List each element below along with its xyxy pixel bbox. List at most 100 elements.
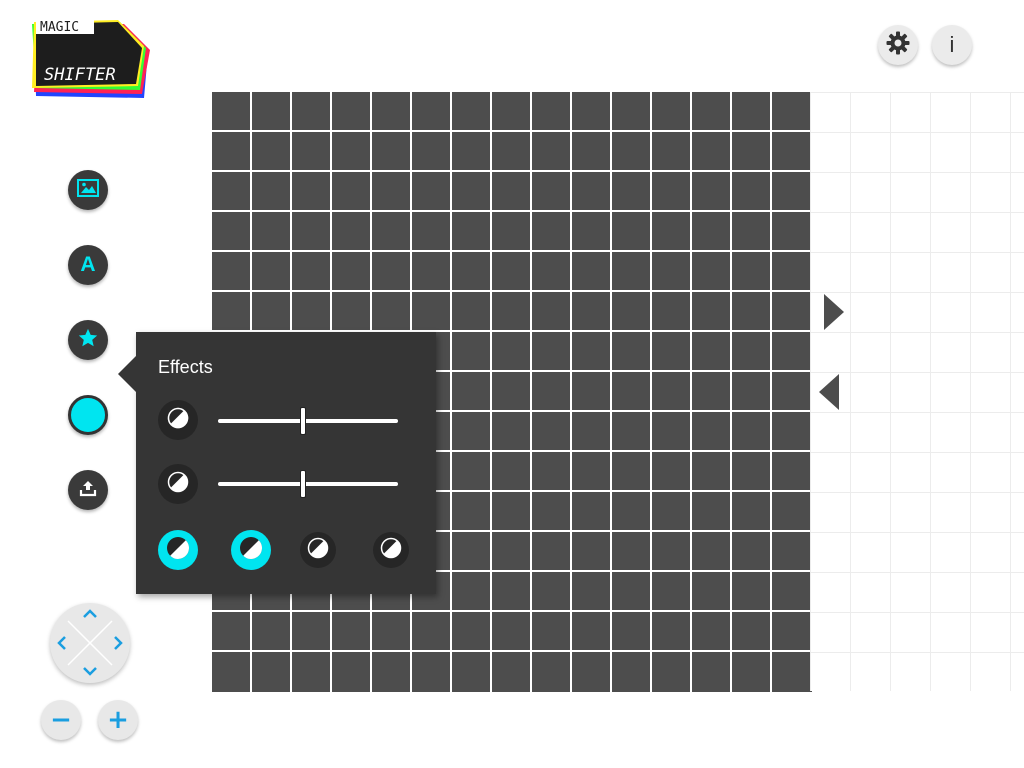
pixel-cell[interactable] (492, 172, 532, 212)
pixel-cell[interactable] (732, 532, 772, 572)
pixel-cell[interactable] (732, 612, 772, 652)
slider-thumb[interactable] (299, 407, 306, 435)
slider-1-contrast-button[interactable] (158, 400, 198, 440)
pixel-cell[interactable] (732, 212, 772, 252)
pixel-cell[interactable] (652, 412, 692, 452)
pixel-cell[interactable] (532, 372, 572, 412)
pixel-cell[interactable] (252, 292, 292, 332)
pixel-cell[interactable] (452, 532, 492, 572)
pixel-cell[interactable] (212, 252, 252, 292)
pixel-cell[interactable] (372, 252, 412, 292)
pixel-cell[interactable] (412, 132, 452, 172)
pixel-cell[interactable] (212, 292, 252, 332)
pixel-cell[interactable] (452, 172, 492, 212)
pixel-cell[interactable] (412, 652, 452, 692)
pixel-cell[interactable] (412, 172, 452, 212)
pixel-cell[interactable] (732, 252, 772, 292)
pixel-cell[interactable] (452, 492, 492, 532)
pixel-cell[interactable] (572, 572, 612, 612)
pixel-cell[interactable] (572, 452, 612, 492)
pixel-cell[interactable] (412, 252, 452, 292)
pixel-cell[interactable] (772, 92, 812, 132)
pixel-cell[interactable] (612, 492, 652, 532)
pixel-cell[interactable] (372, 292, 412, 332)
pixel-cell[interactable] (572, 492, 612, 532)
pixel-cell[interactable] (452, 612, 492, 652)
preset-3-button[interactable] (300, 532, 336, 568)
pixel-cell[interactable] (612, 212, 652, 252)
pixel-cell[interactable] (452, 452, 492, 492)
pixel-cell[interactable] (732, 332, 772, 372)
pixel-cell[interactable] (612, 612, 652, 652)
pixel-cell[interactable] (692, 332, 732, 372)
pixel-cell[interactable] (492, 92, 532, 132)
pixel-cell[interactable] (692, 612, 732, 652)
pixel-cell[interactable] (772, 572, 812, 612)
pixel-cell[interactable] (252, 212, 292, 252)
pixel-cell[interactable] (492, 612, 532, 652)
pixel-cell[interactable] (572, 292, 612, 332)
pixel-cell[interactable] (692, 652, 732, 692)
pixel-cell[interactable] (452, 252, 492, 292)
pixel-cell[interactable] (612, 92, 652, 132)
pixel-cell[interactable] (572, 92, 612, 132)
pixel-cell[interactable] (372, 92, 412, 132)
pixel-cell[interactable] (572, 172, 612, 212)
pixel-cell[interactable] (292, 652, 332, 692)
next-frame-button[interactable] (822, 292, 846, 332)
pixel-cell[interactable] (412, 612, 452, 652)
pixel-cell[interactable] (772, 292, 812, 332)
pixel-cell[interactable] (332, 292, 372, 332)
pixel-cell[interactable] (492, 332, 532, 372)
pixel-cell[interactable] (652, 652, 692, 692)
pixel-cell[interactable] (492, 212, 532, 252)
pixel-cell[interactable] (772, 132, 812, 172)
pixel-cell[interactable] (252, 132, 292, 172)
pixel-cell[interactable] (532, 292, 572, 332)
preset-1-button[interactable] (158, 530, 198, 570)
pixel-cell[interactable] (332, 252, 372, 292)
pixel-cell[interactable] (772, 652, 812, 692)
move-up-button[interactable] (81, 605, 99, 623)
pixel-cell[interactable] (252, 612, 292, 652)
pixel-cell[interactable] (772, 372, 812, 412)
pixel-cell[interactable] (772, 532, 812, 572)
pixel-cell[interactable] (612, 132, 652, 172)
pixel-cell[interactable] (492, 372, 532, 412)
pixel-cell[interactable] (652, 372, 692, 412)
preset-4-button[interactable] (373, 532, 409, 568)
pixel-cell[interactable] (372, 612, 412, 652)
pixel-cell[interactable] (692, 412, 732, 452)
pixel-cell[interactable] (532, 212, 572, 252)
pixel-cell[interactable] (692, 292, 732, 332)
pixel-cell[interactable] (532, 252, 572, 292)
settings-button[interactable] (878, 25, 918, 65)
pixel-cell[interactable] (572, 532, 612, 572)
pixel-cell[interactable] (332, 652, 372, 692)
pixel-cell[interactable] (372, 652, 412, 692)
pixel-cell[interactable] (532, 532, 572, 572)
pixel-cell[interactable] (772, 252, 812, 292)
color-tool-button[interactable] (68, 395, 108, 435)
pixel-cell[interactable] (652, 172, 692, 212)
pixel-cell[interactable] (572, 132, 612, 172)
pixel-cell[interactable] (372, 132, 412, 172)
pixel-cell[interactable] (732, 172, 772, 212)
pixel-cell[interactable] (612, 652, 652, 692)
pixel-cell[interactable] (452, 332, 492, 372)
pixel-cell[interactable] (492, 132, 532, 172)
pixel-cell[interactable] (772, 612, 812, 652)
pixel-cell[interactable] (652, 332, 692, 372)
pixel-cell[interactable] (772, 212, 812, 252)
pixel-cell[interactable] (652, 252, 692, 292)
pixel-cell[interactable] (572, 412, 612, 452)
pixel-cell[interactable] (732, 292, 772, 332)
pixel-cell[interactable] (532, 452, 572, 492)
pixel-cell[interactable] (692, 132, 732, 172)
pixel-cell[interactable] (492, 492, 532, 532)
effects-tool-button[interactable] (68, 320, 108, 360)
pixel-cell[interactable] (692, 572, 732, 612)
pixel-cell[interactable] (492, 452, 532, 492)
pixel-cell[interactable] (252, 652, 292, 692)
pixel-cell[interactable] (212, 612, 252, 652)
